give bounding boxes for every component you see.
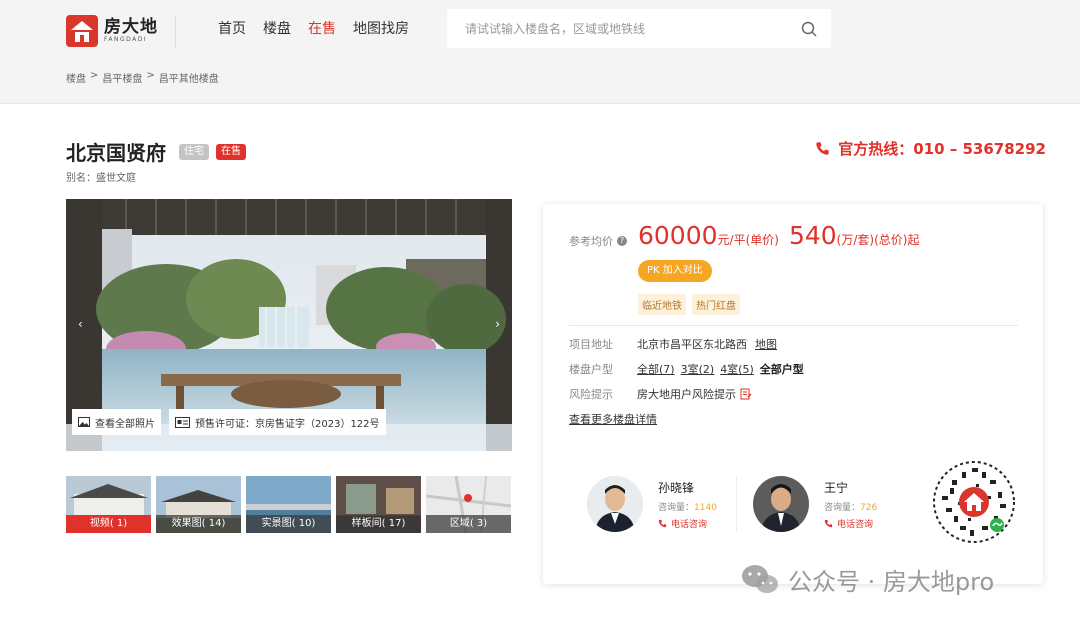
- nav-item-on-sale[interactable]: 在售: [308, 19, 336, 39]
- risk-row: 风险提示 房大地用户风险提示: [569, 386, 752, 402]
- logo-divider: [175, 16, 176, 48]
- avatar[interactable]: [587, 476, 643, 532]
- mini-program-qr-code[interactable]: [932, 460, 1016, 544]
- total-price-unit: (万/套)(总价)起: [836, 233, 920, 247]
- layout-link-4room[interactable]: 4室(5): [720, 361, 754, 377]
- property-info-card: 参考均价 ? 60000 元/平(单价) 540 (万/套)(总价)起 PK 加…: [543, 204, 1043, 584]
- breadcrumb-item[interactable]: 楼盘: [66, 70, 86, 85]
- call-agent-button[interactable]: 电话咨询: [658, 517, 717, 530]
- watermark: 公众号 · 房大地pro: [740, 562, 994, 597]
- call-agent-button[interactable]: 电话咨询: [824, 517, 877, 530]
- agent-divider: [736, 476, 737, 532]
- alias-text: 别名：盛世文庭: [66, 173, 136, 184]
- more-details-link[interactable]: 查看更多楼盘详情: [569, 411, 657, 427]
- agent-card: 孙晓锋 咨询量：1140 电话咨询: [587, 476, 717, 532]
- gallery-thumbnails: 视频( 1) 效果图( 14) 实景图( 10) 样板间( 17) 区域( 3): [66, 476, 511, 533]
- site-logo[interactable]: 房大地 FANGDADI: [66, 15, 158, 47]
- document-icon[interactable]: [740, 388, 752, 400]
- divider: [569, 325, 1018, 326]
- agent-name: 王宁: [824, 480, 849, 495]
- thumb-model-room[interactable]: 样板间( 17): [336, 476, 421, 533]
- total-price: 540: [788, 221, 837, 250]
- presale-license: 预售许可证：京房售证字（2023）122号: [169, 409, 386, 435]
- agent-card: 王宁 咨询量：726 电话咨询: [753, 476, 877, 532]
- search-box: [447, 9, 831, 48]
- nav-item-properties[interactable]: 楼盘: [263, 19, 291, 39]
- price-display: 60000 元/平(单价) 540 (万/套)(总价)起: [638, 221, 919, 250]
- image-icon: [78, 417, 90, 427]
- title-row: 北京国贤府 住宅 在售: [66, 137, 246, 166]
- search-icon[interactable]: [801, 21, 817, 37]
- all-layouts-link[interactable]: 全部户型: [760, 361, 804, 377]
- avatar[interactable]: [753, 476, 809, 532]
- nav-item-home[interactable]: 首页: [218, 19, 246, 39]
- main-nav: 首页 楼盘 在售 地图找房: [218, 19, 409, 39]
- thumb-renderings[interactable]: 效果图( 14): [156, 476, 241, 533]
- logo-name: 房大地: [104, 17, 158, 37]
- unit-price-unit: 元/平(单价): [717, 233, 779, 247]
- breadcrumb-item[interactable]: 昌平其他楼盘: [159, 70, 219, 85]
- logo-subtitle: FANGDADI: [104, 36, 148, 43]
- breadcrumb: 楼盘 > 昌平楼盘 > 昌平其他楼盘: [66, 70, 219, 85]
- question-icon[interactable]: ?: [617, 236, 627, 246]
- hotline[interactable]: 官方热线：010 – 53678292: [815, 138, 1046, 159]
- next-image-arrow[interactable]: ›: [495, 317, 500, 331]
- search-input[interactable]: [465, 9, 795, 48]
- thumb-video[interactable]: 视频( 1): [66, 476, 151, 533]
- unit-price: 60000: [638, 221, 718, 250]
- id-card-icon: [175, 416, 190, 428]
- layout-row: 楼盘户型 全部(7) 3室(2) 4室(5) 全部户型: [569, 361, 804, 377]
- agent-inquiries: 咨询量：1140: [658, 502, 717, 513]
- hero-image[interactable]: ‹ › 查看全部照片 预售许可证：京房售证字（2023）122号: [66, 199, 512, 451]
- feature-tags: 临近地铁 热门红盘: [638, 294, 740, 315]
- breadcrumb-item[interactable]: 昌平楼盘: [102, 70, 142, 85]
- thumb-real-photos[interactable]: 实景图( 10): [246, 476, 331, 533]
- agent-inquiries: 咨询量：726: [824, 502, 878, 513]
- agent-name: 孙晓锋: [658, 480, 695, 495]
- wechat-icon: [742, 564, 778, 593]
- feature-tag: 热门红盘: [692, 294, 740, 315]
- nav-item-map-search[interactable]: 地图找房: [353, 19, 409, 39]
- feature-tag: 临近地铁: [638, 294, 686, 315]
- add-compare-button[interactable]: PK 加入对比: [638, 260, 712, 282]
- view-all-photos-button[interactable]: 查看全部照片: [72, 409, 161, 435]
- top-header: 房大地 FANGDADI 首页 楼盘 在售 地图找房 楼盘> 昌平楼盘> 昌平其…: [0, 0, 1080, 104]
- risk-link[interactable]: 房大地用户风险提示: [637, 386, 736, 402]
- phone-icon: [816, 142, 829, 155]
- layout-link-3room[interactable]: 3室(2): [681, 361, 715, 377]
- map-link[interactable]: 地图: [755, 336, 777, 352]
- type-badge: 住宅: [179, 143, 209, 160]
- hotline-text: 官方热线：010 – 53678292: [838, 140, 1046, 158]
- page-title: 北京国贤府: [66, 141, 166, 165]
- logo-house-icon: [66, 15, 98, 47]
- price-label: 参考均价 ?: [569, 233, 627, 249]
- phone-icon: [658, 519, 667, 527]
- layout-link-all[interactable]: 全部(7): [637, 361, 675, 377]
- address-row: 项目地址 北京市昌平区东北路西 地图: [569, 336, 777, 352]
- thumb-area-map[interactable]: 区域( 3): [426, 476, 511, 533]
- prev-image-arrow[interactable]: ‹: [78, 317, 83, 331]
- phone-icon: [824, 519, 833, 527]
- status-badge: 在售: [216, 143, 246, 160]
